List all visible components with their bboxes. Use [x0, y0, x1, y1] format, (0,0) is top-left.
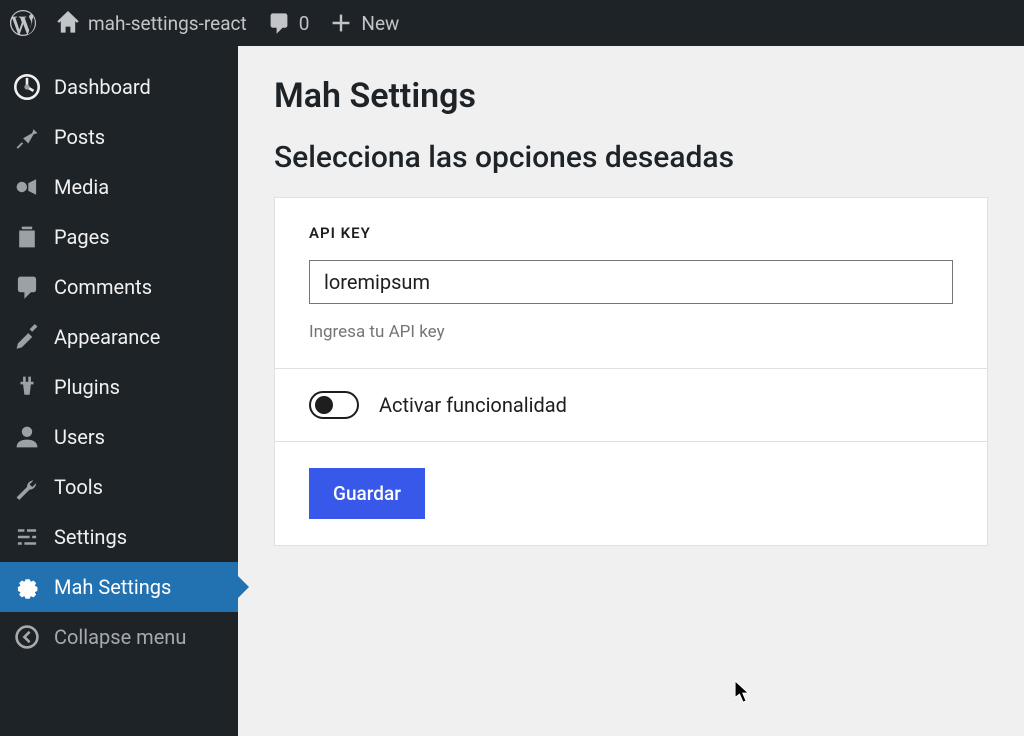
wordpress-icon [10, 10, 36, 36]
sidebar-collapse[interactable]: Collapse menu [0, 612, 238, 662]
settings-panel: API KEY Ingresa tu API key Activar funci… [274, 197, 988, 546]
plus-icon [329, 11, 353, 35]
toolbar-comments[interactable]: 0 [267, 11, 310, 35]
sidebar-item-label: Settings [54, 525, 127, 549]
main-content: Mah Settings Selecciona las opciones des… [238, 46, 1024, 736]
sidebar-item-users[interactable]: Users [0, 412, 238, 462]
api-key-help: Ingresa tu API key [309, 322, 953, 342]
api-key-label: API KEY [309, 224, 953, 242]
toolbar-new[interactable]: New [329, 11, 399, 35]
wrench-icon [14, 474, 40, 500]
wp-logo[interactable] [10, 10, 36, 36]
save-section: Guardar [275, 442, 987, 545]
sidebar-item-plugins[interactable]: Plugins [0, 362, 238, 412]
collapse-label: Collapse menu [54, 625, 186, 649]
page-title: Mah Settings [274, 76, 988, 116]
toggle-label: Activar funcionalidad [379, 393, 567, 417]
comment-icon [14, 274, 40, 300]
admin-toolbar: mah-settings-react 0 New [0, 0, 1024, 46]
sidebar-item-settings[interactable]: Settings [0, 512, 238, 562]
sidebar-item-pages[interactable]: Pages [0, 212, 238, 262]
home-icon [56, 11, 80, 35]
sidebar-item-media[interactable]: Media [0, 162, 238, 212]
toggle-section: Activar funcionalidad [275, 369, 987, 442]
comment-icon [267, 11, 291, 35]
feature-toggle[interactable] [309, 391, 359, 419]
sidebar-item-label: Dashboard [54, 75, 151, 99]
sidebar-item-mah-settings[interactable]: Mah Settings [0, 562, 238, 612]
sliders-icon [14, 524, 40, 550]
admin-sidebar: Dashboard Posts Media Pages Comments App… [0, 46, 238, 736]
api-key-section: API KEY Ingresa tu API key [275, 198, 987, 369]
sidebar-item-label: Comments [54, 275, 152, 299]
sidebar-item-posts[interactable]: Posts [0, 112, 238, 162]
collapse-icon [14, 624, 40, 650]
sidebar-item-dashboard[interactable]: Dashboard [0, 62, 238, 112]
toggle-knob [315, 396, 333, 414]
new-label: New [361, 12, 399, 35]
sidebar-item-label: Tools [54, 475, 103, 499]
sidebar-item-label: Appearance [54, 325, 160, 349]
save-button[interactable]: Guardar [309, 468, 425, 519]
sidebar-item-label: Plugins [54, 375, 120, 399]
toolbar-site-link[interactable]: mah-settings-react [56, 11, 247, 35]
page-subtitle: Selecciona las opciones deseadas [274, 140, 988, 175]
sidebar-item-label: Mah Settings [54, 575, 171, 599]
dashboard-icon [14, 74, 40, 100]
api-key-input[interactable] [309, 260, 953, 304]
sidebar-item-label: Users [54, 425, 105, 449]
brush-icon [14, 324, 40, 350]
sidebar-item-label: Pages [54, 225, 110, 249]
sidebar-item-label: Media [54, 175, 109, 199]
sidebar-item-label: Posts [54, 125, 105, 149]
sidebar-item-tools[interactable]: Tools [0, 462, 238, 512]
pin-icon [14, 124, 40, 150]
user-icon [14, 424, 40, 450]
comments-count: 0 [299, 12, 310, 35]
pages-icon [14, 224, 40, 250]
sidebar-item-appearance[interactable]: Appearance [0, 312, 238, 362]
site-name: mah-settings-react [88, 12, 247, 35]
sidebar-item-comments[interactable]: Comments [0, 262, 238, 312]
media-icon [14, 174, 40, 200]
plugin-icon [14, 374, 40, 400]
gear-icon [14, 574, 40, 600]
